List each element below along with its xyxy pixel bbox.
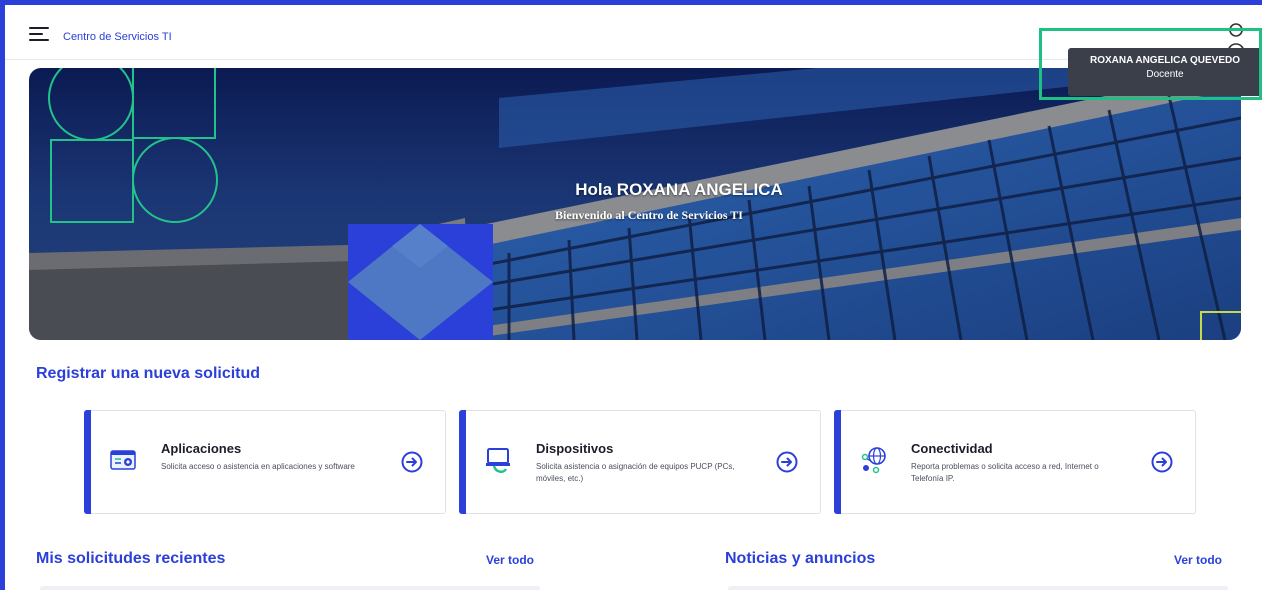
hero-banner: Hola ROXANA ANGELICA Bienvenido al Centr…: [29, 68, 1241, 340]
card-description: Reporta problemas o solicita acceso a re…: [911, 462, 1099, 483]
card-title: Aplicaciones: [161, 441, 242, 456]
recent-requests-panel: [40, 586, 540, 590]
hero-background-graphic: [29, 68, 1241, 340]
service-card-conectividad[interactable]: Conectividad Reporta problemas o solicit…: [834, 410, 1196, 514]
card-description: Solicita asistencia o asignación de equi…: [536, 462, 735, 483]
arrow-right-circle-icon[interactable]: [776, 451, 798, 473]
section-title-news: Noticias y anuncios: [725, 550, 876, 567]
service-card-dispositivos[interactable]: Dispositivos Solicita asistencia o asign…: [459, 410, 821, 514]
app-title[interactable]: Centro de Servicios TI: [63, 31, 172, 43]
card-title: Dispositivos: [536, 441, 614, 456]
highlight-annotation-box: [1039, 28, 1262, 100]
app-window-icon: [110, 450, 136, 470]
card-description: Solicita acceso o asistencia en aplicaci…: [161, 462, 355, 471]
news-see-all-link[interactable]: Ver todo: [1174, 553, 1222, 567]
section-title-recent-requests: Mis solicitudes recientes: [36, 550, 226, 567]
news-panel: [728, 586, 1228, 590]
laptop-icon: [486, 448, 510, 473]
service-card-aplicaciones[interactable]: Aplicaciones Solicita acceso o asistenci…: [84, 410, 446, 514]
section-title-new-request: Registrar una nueva solicitud: [36, 365, 261, 382]
globe-network-icon: [861, 447, 886, 474]
window-frame-left: [0, 0, 5, 590]
arrow-right-circle-icon[interactable]: [401, 451, 423, 473]
card-title: Conectividad: [911, 441, 993, 456]
recent-requests-see-all-link[interactable]: Ver todo: [486, 553, 534, 567]
arrow-right-circle-icon[interactable]: [1151, 451, 1173, 473]
hero-greeting: Hola ROXANA ANGELICA: [575, 180, 783, 199]
hero-subtitle: Bienvenido al Centro de Servicios TI: [555, 208, 743, 222]
hamburger-menu-icon[interactable]: [29, 27, 49, 43]
